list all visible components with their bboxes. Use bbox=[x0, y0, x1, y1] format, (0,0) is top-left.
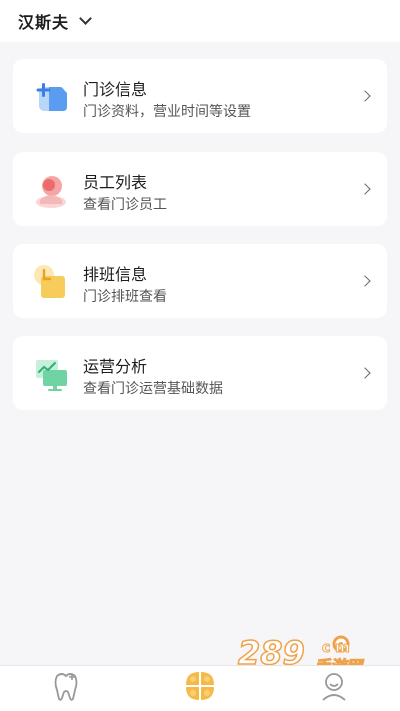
chevron-right-icon bbox=[359, 90, 371, 102]
card-subtitle: 查看门诊运营基础数据 bbox=[83, 381, 223, 397]
card-title: 员工列表 bbox=[83, 173, 148, 192]
tooth-icon bbox=[54, 673, 78, 701]
card-clinic-info[interactable]: 门诊信息 门诊资料，营业时间等设置 bbox=[13, 59, 387, 133]
profile-icon bbox=[322, 673, 346, 701]
card-operation-analysis[interactable]: 运营分析 查看门诊运营基础数据 bbox=[13, 336, 387, 410]
chevron-right-icon bbox=[359, 275, 371, 287]
card-subtitle: 门诊排班查看 bbox=[83, 289, 167, 305]
chevron-right-icon bbox=[359, 367, 371, 379]
card-title: 门诊信息 bbox=[83, 80, 148, 99]
tab-clover-grid[interactable] bbox=[180, 670, 220, 706]
analytics-icon bbox=[36, 360, 67, 391]
clinic-info-icon bbox=[36, 83, 67, 111]
card-subtitle: 门诊资料，营业时间等设置 bbox=[83, 104, 251, 120]
card-schedule-info[interactable]: 排班信息 门诊排班查看 bbox=[13, 244, 387, 318]
watermark-suffix: c m bbox=[322, 640, 350, 656]
tab-tooth[interactable] bbox=[46, 670, 86, 706]
card-subtitle: 查看门诊员工 bbox=[83, 197, 167, 213]
clover-grid-icon bbox=[186, 672, 214, 700]
clinic-name[interactable]: 汉斯夫 bbox=[18, 9, 69, 33]
card-title: 排班信息 bbox=[83, 265, 148, 284]
schedule-icon bbox=[34, 265, 65, 298]
header: 汉斯夫 bbox=[0, 0, 400, 42]
card-title: 运营分析 bbox=[83, 357, 148, 376]
chevron-down-icon[interactable] bbox=[79, 12, 92, 25]
staff-icon bbox=[36, 176, 66, 208]
card-staff-list[interactable]: 员工列表 查看门诊员工 bbox=[13, 152, 387, 226]
tab-profile[interactable] bbox=[314, 670, 354, 706]
bottom-tab-bar bbox=[0, 665, 400, 711]
chevron-right-icon bbox=[359, 183, 371, 195]
